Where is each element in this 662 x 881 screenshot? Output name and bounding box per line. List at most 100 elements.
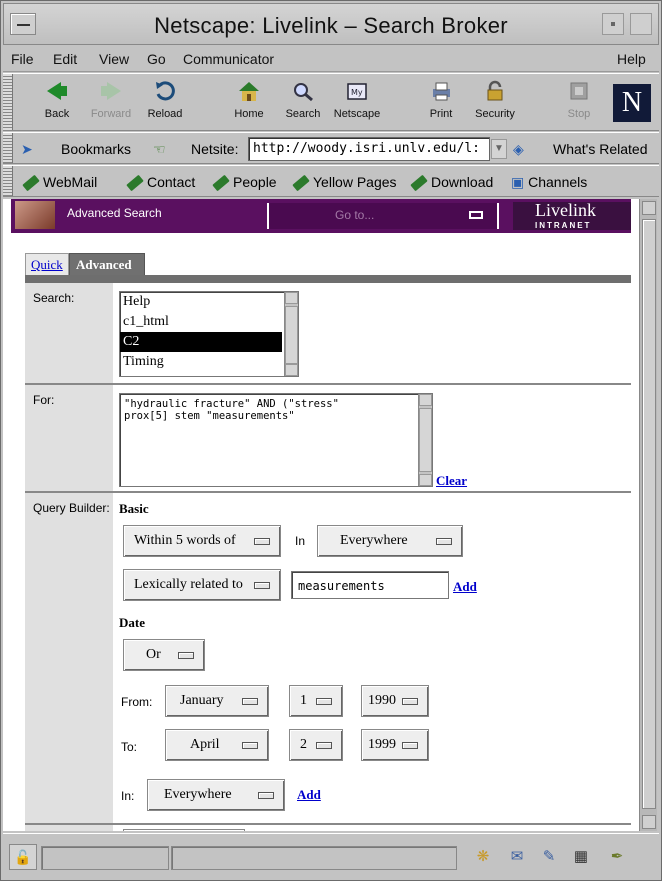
search-label: Search bbox=[285, 108, 321, 120]
next-select[interactable] bbox=[123, 829, 245, 831]
toolbar-grip[interactable] bbox=[3, 74, 13, 130]
webmail-link[interactable]: WebMail bbox=[22, 174, 97, 192]
to-month-select[interactable]: April bbox=[165, 729, 269, 761]
my-netscape-icon: My bbox=[343, 78, 371, 104]
browser-window: Netscape: Livelink – Search Broker File … bbox=[0, 0, 662, 881]
contact-link[interactable]: Contact bbox=[126, 174, 196, 192]
stop-button[interactable]: Stop bbox=[551, 78, 607, 120]
list-item-selected[interactable]: C2 bbox=[120, 332, 282, 352]
from-day-select[interactable]: 1 bbox=[289, 685, 343, 717]
contact-label: Contact bbox=[147, 174, 196, 190]
dropdown-indicator-icon bbox=[178, 652, 194, 659]
bookmarks-button[interactable]: Bookmarks bbox=[61, 141, 131, 157]
channels-link[interactable]: ▣ Channels bbox=[511, 174, 587, 191]
add-term-link[interactable]: Add bbox=[453, 579, 477, 595]
term-input[interactable]: measurements bbox=[291, 571, 449, 599]
page-scrollbar[interactable] bbox=[639, 199, 657, 831]
print-button[interactable]: Print bbox=[413, 78, 469, 120]
clear-link[interactable]: Clear bbox=[436, 473, 467, 489]
menu-help[interactable]: Help bbox=[617, 51, 646, 67]
next-row-label bbox=[25, 825, 113, 831]
window-title: Netscape: Livelink – Search Broker bbox=[154, 13, 508, 38]
mail-icon[interactable]: ✉ bbox=[505, 846, 529, 868]
menu-go[interactable]: Go bbox=[147, 51, 166, 67]
whats-related-button[interactable]: What's Related bbox=[553, 141, 648, 157]
bookmark-pencil-icon bbox=[292, 175, 310, 192]
goto-select[interactable]: Go to... bbox=[267, 203, 499, 229]
add-date-link[interactable]: Add bbox=[297, 787, 321, 803]
from-label: From: bbox=[121, 695, 153, 709]
reload-button[interactable]: Reload bbox=[137, 78, 193, 120]
divider bbox=[25, 383, 631, 385]
navigator-icon[interactable]: ❋ bbox=[471, 846, 495, 868]
query-textarea[interactable]: "hydraulic fracture" AND ("stress" prox[… bbox=[119, 393, 433, 487]
security-status-icon[interactable]: 🔓 bbox=[9, 844, 37, 870]
maximize-button[interactable] bbox=[630, 13, 652, 35]
forward-arrow-icon bbox=[97, 78, 125, 104]
forward-button[interactable]: Forward bbox=[83, 78, 139, 120]
home-label: Home bbox=[234, 108, 264, 120]
for-label: For: bbox=[25, 385, 113, 491]
stop-label: Stop bbox=[567, 108, 591, 120]
list-item[interactable]: c1_html bbox=[120, 312, 298, 332]
security-button[interactable]: Security bbox=[467, 78, 523, 120]
url-field[interactable]: http://woody.isri.unlv.edu/l: bbox=[248, 137, 490, 161]
netscape-logo[interactable]: N bbox=[613, 84, 651, 122]
bookmark-pencil-icon bbox=[126, 175, 144, 192]
to-month-value: April bbox=[190, 737, 220, 752]
my-netscape-button[interactable]: My Netscape bbox=[329, 78, 385, 120]
home-button[interactable]: Home bbox=[221, 78, 277, 120]
query-scrollbar[interactable] bbox=[418, 394, 432, 486]
menu-view[interactable]: View bbox=[99, 51, 129, 67]
people-link[interactable]: People bbox=[212, 174, 277, 192]
scroll-down-icon[interactable] bbox=[642, 815, 656, 829]
proximity-select[interactable]: Within 5 words of bbox=[123, 525, 281, 557]
back-button[interactable]: Back bbox=[29, 78, 85, 120]
composer-icon[interactable]: ✒ bbox=[605, 846, 629, 868]
url-dropdown[interactable]: ▼ bbox=[491, 139, 507, 159]
security-label: Security bbox=[475, 108, 515, 120]
yellow-pages-link[interactable]: Yellow Pages bbox=[292, 174, 397, 192]
scroll-up-icon[interactable] bbox=[419, 394, 432, 406]
list-item[interactable]: Timing bbox=[120, 352, 298, 372]
dropdown-indicator-icon bbox=[316, 742, 332, 749]
relation-select[interactable]: Lexically related to bbox=[123, 569, 281, 601]
menu-file[interactable]: File bbox=[11, 51, 34, 67]
to-day-select[interactable]: 2 bbox=[289, 729, 343, 761]
from-month-select[interactable]: January bbox=[165, 685, 269, 717]
back-arrow-icon bbox=[43, 78, 71, 104]
location-grip[interactable] bbox=[3, 133, 13, 163]
scroll-up-icon[interactable] bbox=[285, 292, 298, 304]
search-slice-list[interactable]: Help c1_html C2 Timing bbox=[119, 291, 299, 377]
tab-quick[interactable]: Quick bbox=[25, 253, 69, 275]
menu-edit[interactable]: Edit bbox=[53, 51, 77, 67]
scroll-thumb[interactable] bbox=[285, 306, 298, 364]
newsgroups-icon[interactable]: ✎ bbox=[537, 846, 561, 868]
divider bbox=[25, 823, 631, 825]
scroll-up-icon[interactable] bbox=[642, 201, 656, 215]
date-scope-select[interactable]: Everywhere bbox=[147, 779, 285, 811]
advanced-search-icon bbox=[15, 201, 55, 229]
download-link[interactable]: Download bbox=[410, 174, 493, 192]
list-scrollbar[interactable] bbox=[284, 292, 298, 376]
livelink-logo[interactable]: Livelink INTRANET bbox=[513, 201, 631, 230]
date-scope-value: Everywhere bbox=[164, 787, 232, 802]
scroll-thumb[interactable] bbox=[419, 408, 432, 472]
to-year-select[interactable]: 1999 bbox=[361, 729, 429, 761]
goto-label: Go to... bbox=[335, 208, 375, 222]
scroll-down-icon[interactable] bbox=[285, 364, 298, 376]
minimize-button[interactable] bbox=[602, 13, 624, 35]
from-day-value: 1 bbox=[300, 693, 307, 708]
date-operator-select[interactable]: Or bbox=[123, 639, 205, 671]
address-book-icon[interactable]: ▦ bbox=[569, 846, 593, 868]
scroll-down-icon[interactable] bbox=[419, 474, 432, 486]
list-item[interactable]: Help bbox=[120, 292, 298, 312]
personal-grip[interactable] bbox=[3, 166, 13, 196]
page-scroll-thumb[interactable] bbox=[642, 219, 656, 809]
tab-advanced[interactable]: Advanced bbox=[69, 253, 145, 275]
menu-communicator[interactable]: Communicator bbox=[183, 51, 274, 67]
dropdown-indicator-icon bbox=[254, 582, 270, 589]
scope-select[interactable]: Everywhere bbox=[317, 525, 463, 557]
search-button[interactable]: Search bbox=[275, 78, 331, 120]
from-year-select[interactable]: 1990 bbox=[361, 685, 429, 717]
